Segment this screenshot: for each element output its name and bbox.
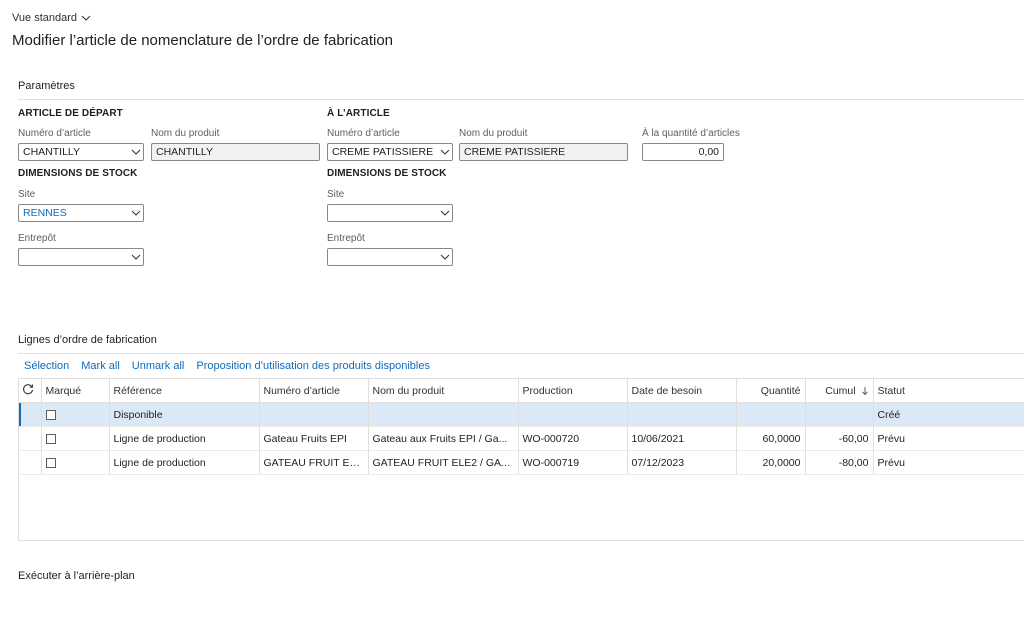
selection-button[interactable]: Sélection	[24, 360, 69, 372]
col-header-status[interactable]: Statut	[873, 379, 1024, 403]
propose-available-button[interactable]: Proposition d’utilisation des produits d…	[196, 360, 430, 372]
from-product-name-field: CHANTILLY	[151, 143, 320, 161]
chevron-down-icon[interactable]	[438, 144, 452, 160]
to-site-combo[interactable]	[327, 204, 453, 222]
row-requirement-date	[627, 402, 737, 427]
run-in-background-section-label[interactable]: Exécuter à l’arrière-plan	[18, 570, 135, 582]
page-title: Modifier l’article de nomenclature de l’…	[12, 32, 394, 49]
from-dimensions-heading: DIMENSIONS DE STOCK	[18, 168, 138, 179]
from-product-name-label: Nom du produit	[151, 128, 220, 139]
row-product-name: Gateau aux Fruits EPI / Ga...	[368, 426, 519, 451]
to-quantity-label: À la quantité d’articles	[642, 128, 740, 139]
row-item-number: Gateau Fruits EPI	[259, 426, 369, 451]
mark-all-button[interactable]: Mark all	[81, 360, 120, 372]
to-quantity-value: 0,00	[698, 146, 719, 158]
lines-section-label: Lignes d’ordre de fabrication	[18, 334, 157, 346]
to-site-label: Site	[327, 189, 345, 200]
to-warehouse-label: Entrepôt	[327, 233, 365, 244]
row-production: WO-000720	[518, 426, 628, 451]
to-warehouse-combo[interactable]	[327, 248, 453, 266]
marked-checkbox[interactable]	[45, 409, 56, 420]
row-cumul: -80,00	[805, 450, 874, 475]
row-status: Prévu	[873, 426, 1024, 451]
lines-toolbar: Sélection Mark all Unmark all Propositio…	[24, 360, 430, 372]
row-reference: Ligne de production	[109, 450, 260, 475]
refresh-icon[interactable]	[19, 379, 42, 403]
to-product-name-label: Nom du produit	[459, 128, 528, 139]
col-header-quantity[interactable]: Quantité	[736, 379, 806, 403]
col-header-requirement-date[interactable]: Date de besoin	[627, 379, 737, 403]
table-header-row: Marqué Référence Numéro d’article Nom du…	[19, 379, 1024, 403]
row-cumul: -60,00	[805, 426, 874, 451]
to-item-number-label: Numéro d’article	[327, 128, 400, 139]
row-reference: Disponible	[109, 402, 260, 427]
row-selector[interactable]	[19, 450, 42, 475]
table-row[interactable]: Disponible Créé	[19, 402, 1024, 427]
from-product-name-value: CHANTILLY	[156, 146, 213, 158]
unmark-all-button[interactable]: Unmark all	[132, 360, 185, 372]
chevron-down-icon[interactable]	[438, 205, 452, 221]
row-quantity: 60,0000	[736, 426, 806, 451]
to-product-name-value: CREME PATISSIERE	[464, 146, 566, 158]
row-status: Prévu	[873, 450, 1024, 475]
row-status: Créé	[873, 402, 1024, 427]
production-lines-grid: Marqué Référence Numéro d’article Nom du…	[18, 378, 1024, 541]
row-marked-cell[interactable]	[41, 450, 110, 475]
row-production: WO-000719	[518, 450, 628, 475]
chevron-down-icon[interactable]	[129, 144, 143, 160]
parameters-section-label: Paramètres	[18, 80, 75, 92]
row-quantity: 20,0000	[736, 450, 806, 475]
col-header-production[interactable]: Production	[518, 379, 628, 403]
col-header-reference[interactable]: Référence	[109, 379, 260, 403]
to-dimensions-heading: DIMENSIONS DE STOCK	[327, 168, 447, 179]
table-row[interactable]: Ligne de production Gateau Fruits EPI Ga…	[19, 426, 1024, 451]
sort-descending-icon	[861, 386, 868, 395]
from-warehouse-combo[interactable]	[18, 248, 144, 266]
view-selector[interactable]: Vue standard	[12, 12, 91, 24]
col-header-cumul[interactable]: Cumul	[805, 379, 874, 403]
to-product-name-field: CREME PATISSIERE	[459, 143, 628, 161]
to-item-heading: À L’ARTICLE	[327, 108, 390, 119]
view-selector-label: Vue standard	[12, 12, 78, 24]
marked-checkbox[interactable]	[45, 433, 56, 444]
row-requirement-date: 10/06/2021	[627, 426, 737, 451]
col-header-item-number[interactable]: Numéro d’article	[259, 379, 369, 403]
col-header-product-name[interactable]: Nom du produit	[368, 379, 519, 403]
marked-checkbox[interactable]	[45, 457, 56, 468]
row-cumul	[805, 402, 874, 427]
row-selector[interactable]	[19, 426, 42, 451]
from-warehouse-label: Entrepôt	[18, 233, 56, 244]
production-lines-table: Marqué Référence Numéro d’article Nom du…	[19, 379, 1024, 475]
row-production	[518, 402, 628, 427]
chevron-down-icon[interactable]	[438, 249, 452, 265]
row-marked-cell[interactable]	[41, 402, 110, 427]
row-marked-cell[interactable]	[41, 426, 110, 451]
col-header-cumul-label: Cumul	[825, 384, 856, 397]
col-header-marked[interactable]: Marqué	[41, 379, 110, 403]
from-item-heading: ARTICLE DE DÉPART	[18, 108, 123, 119]
row-reference: Ligne de production	[109, 426, 260, 451]
row-requirement-date: 07/12/2023	[627, 450, 737, 475]
parameters-divider	[18, 99, 1024, 100]
from-site-combo[interactable]: RENNES	[18, 204, 144, 222]
lines-divider	[18, 353, 1024, 354]
from-item-number-value: CHANTILLY	[23, 146, 80, 158]
row-product-name: GATEAU FRUIT ELE2 / GAT...	[368, 450, 519, 475]
to-item-number-combo[interactable]: CREME PATISSIERE	[327, 143, 453, 161]
chevron-down-icon[interactable]	[129, 249, 143, 265]
row-quantity	[736, 402, 806, 427]
chevron-down-icon	[81, 15, 91, 21]
from-item-number-label: Numéro d’article	[18, 128, 91, 139]
row-product-name	[368, 402, 519, 427]
chevron-down-icon[interactable]	[129, 205, 143, 221]
from-site-label: Site	[18, 189, 36, 200]
row-item-number	[259, 402, 369, 427]
row-item-number: GATEAU FRUIT EL...	[259, 450, 369, 475]
to-item-number-value: CREME PATISSIERE	[332, 146, 434, 158]
row-selector[interactable]	[19, 402, 42, 427]
to-quantity-input[interactable]: 0,00	[642, 143, 724, 161]
from-site-value: RENNES	[23, 207, 67, 219]
table-row[interactable]: Ligne de production GATEAU FRUIT EL... G…	[19, 450, 1024, 475]
from-item-number-combo[interactable]: CHANTILLY	[18, 143, 144, 161]
